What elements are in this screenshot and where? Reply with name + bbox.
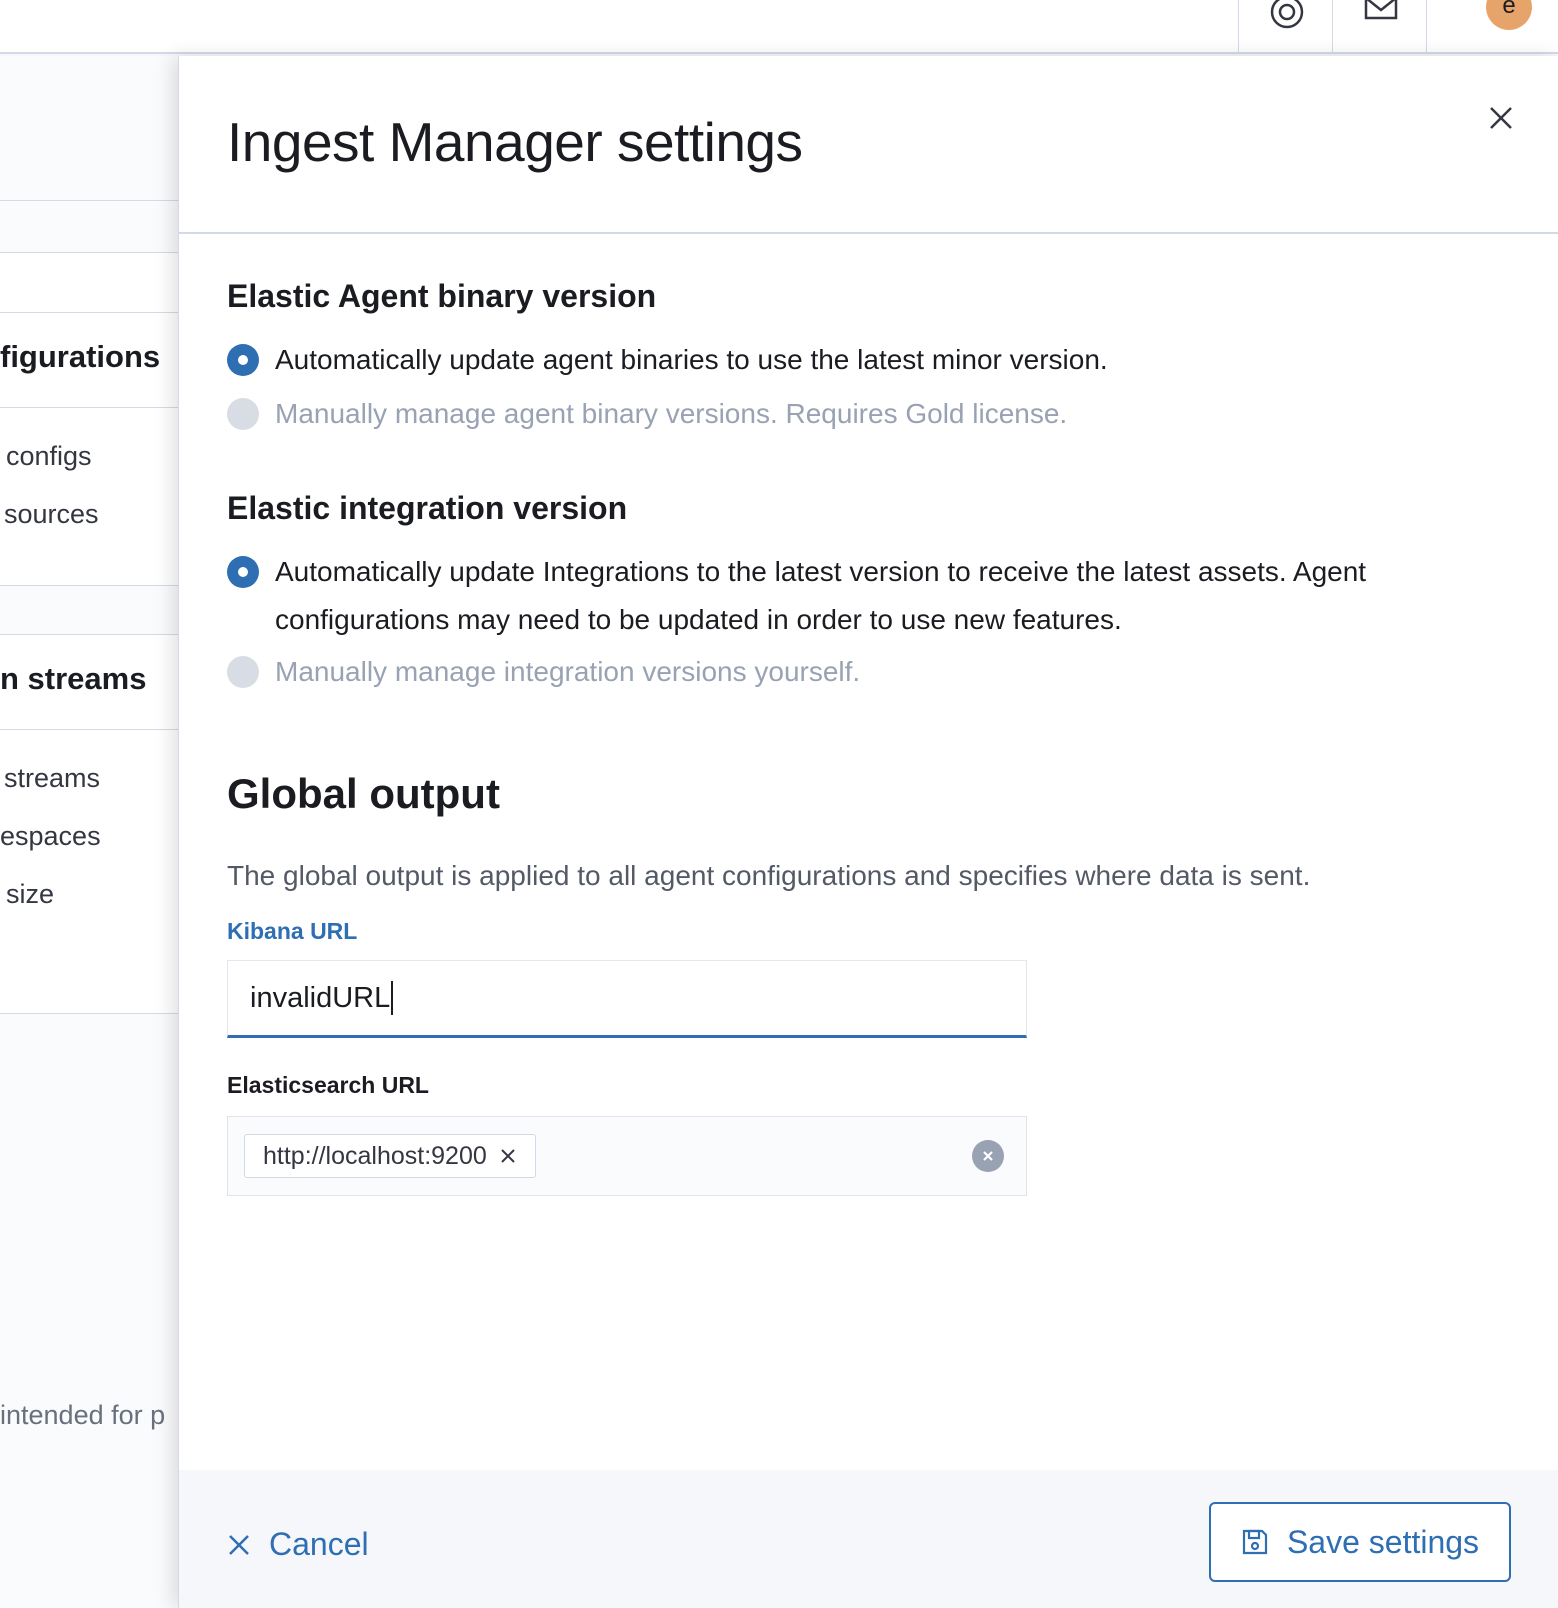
cross-icon [229, 1534, 249, 1555]
cancel-label: Cancel [269, 1526, 369, 1562]
radio-label: Automatically update Integrations to the… [275, 556, 1367, 635]
save-label: Save settings [1286, 1523, 1480, 1560]
top-header: e [0, 0, 1558, 54]
size-item[interactable]: size [6, 879, 54, 910]
close-button[interactable] [1481, 98, 1521, 138]
kibana-url-value: invalidURL [250, 981, 391, 1014]
radio-selected[interactable] [227, 556, 259, 588]
radio-auto-update-binaries[interactable]: Automatically update agent binaries to u… [227, 344, 1507, 384]
url-pill: http://localhost:9200 [244, 1134, 536, 1178]
newsfeed-button[interactable] [1332, 0, 1428, 54]
namespaces-item[interactable]: espaces [0, 821, 101, 852]
remove-pill-button[interactable] [499, 1147, 517, 1165]
radio-label: Manually manage integration versions you… [275, 656, 861, 687]
flyout-title: Ingest Manager settings [227, 111, 803, 173]
background-footer-text: intended for p [0, 1400, 166, 1430]
background-panel-streams: n streams streams espaces size [0, 634, 178, 1014]
text-caret [391, 981, 394, 1015]
divider [0, 729, 178, 730]
elasticsearch-url-label: Elasticsearch URL [227, 1072, 429, 1098]
flyout-header: Ingest Manager settings [179, 56, 1558, 234]
background-panel-configs: figurations configs sources [0, 312, 178, 586]
help-button[interactable] [1238, 0, 1334, 54]
elasticsearch-url-combobox[interactable]: http://localhost:9200 [227, 1116, 1027, 1196]
radio-auto-update-integrations[interactable]: Automatically update Integrations to the… [227, 556, 1427, 644]
help-icon [1270, 0, 1303, 29]
integration-version-title: Elastic integration version [227, 490, 628, 526]
background-page: figurations configs sources n streams st… [0, 56, 178, 1608]
clear-button[interactable] [972, 1140, 1004, 1172]
radio-disabled [227, 398, 259, 430]
save-settings-button[interactable]: Save settings [1209, 1502, 1511, 1582]
divider [0, 407, 178, 408]
clear-icon [983, 1151, 993, 1161]
radio-manual-binaries: Manually manage agent binary versions. R… [227, 398, 1507, 438]
kibana-url-label: Kibana URL [227, 918, 358, 944]
close-icon [501, 1149, 515, 1163]
global-output-title: Global output [227, 770, 500, 817]
radio-label: Manually manage agent binary versions. R… [275, 398, 1068, 429]
radio-selected[interactable] [227, 344, 259, 376]
streams-section-title: n streams [0, 661, 147, 696]
streams-item[interactable]: streams [4, 763, 100, 794]
agent-binary-title: Elastic Agent binary version [227, 278, 657, 314]
configs-section-title: figurations [0, 339, 161, 374]
sources-item[interactable]: sources [4, 499, 99, 530]
close-icon [1490, 107, 1512, 129]
radio-label: Automatically update agent binaries to u… [275, 344, 1108, 375]
global-output-description: The global output is applied to all agen… [227, 860, 1311, 891]
kibana-url-input[interactable]: invalidURL [227, 960, 1027, 1038]
settings-flyout: Ingest Manager settings Elastic Agent bi… [178, 56, 1558, 1608]
save-icon [1242, 1529, 1268, 1555]
configs-item[interactable]: configs [6, 441, 92, 472]
url-pill-label: http://localhost:9200 [263, 1141, 487, 1170]
flyout-footer: Cancel Save settings [179, 1470, 1558, 1608]
radio-disabled [227, 656, 259, 688]
background-panel [0, 252, 178, 320]
divider [0, 200, 178, 201]
radio-manual-integrations: Manually manage integration versions you… [227, 656, 1427, 696]
mail-icon [1364, 0, 1397, 20]
cancel-button[interactable]: Cancel [227, 1526, 369, 1563]
